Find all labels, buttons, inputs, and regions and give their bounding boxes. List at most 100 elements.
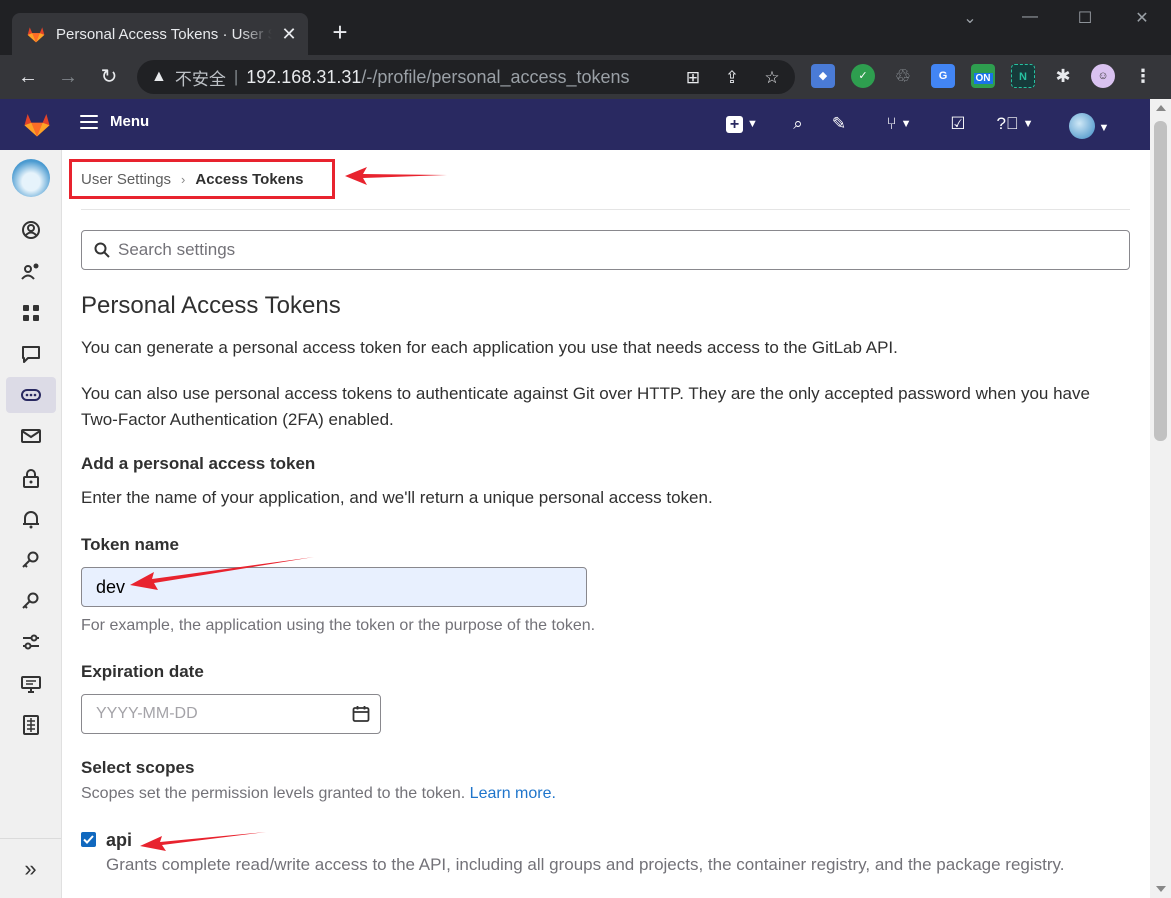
todo-icon[interactable]: ☑ <box>947 113 969 135</box>
tab-search-icon[interactable]: ⌄ <box>955 8 985 28</box>
token-icon <box>21 389 41 401</box>
back-icon[interactable]: ← <box>14 63 42 91</box>
expiration-date-input[interactable] <box>96 705 336 723</box>
page-title: Personal Access Tokens <box>81 292 341 319</box>
plus-square-icon: + <box>726 116 744 133</box>
sidebar-avatar[interactable] <box>6 159 56 197</box>
chevron-down-icon: ▼ <box>900 118 912 130</box>
scope-api-label[interactable]: api <box>106 830 132 851</box>
sidebar-item-gpg-keys[interactable] <box>6 583 56 619</box>
extension-translate-icon[interactable]: G <box>931 64 955 88</box>
sidebar-item-chat[interactable] <box>6 336 56 372</box>
sidebar-item-preferences[interactable] <box>6 624 56 660</box>
key-icon <box>22 551 39 568</box>
sidebar-item-profile[interactable] <box>6 212 56 248</box>
account-settings-icon <box>21 263 39 280</box>
new-tab-button[interactable]: + <box>326 17 354 47</box>
maximize-icon[interactable]: ☐ <box>1070 8 1100 28</box>
menu-button[interactable]: Menu <box>80 113 149 130</box>
share-icon[interactable]: ⇪ <box>721 67 743 89</box>
warning-icon: ▲ <box>151 68 167 85</box>
insecure-label: 不安全 <box>174 69 226 89</box>
gitlab-logo-icon[interactable] <box>22 109 52 139</box>
scrollbar-thumb[interactable] <box>1154 121 1167 441</box>
new-dropdown-button[interactable]: + ▼ <box>720 113 764 135</box>
scope-api-checkbox[interactable] <box>81 832 96 847</box>
scroll-down-icon[interactable] <box>1156 886 1166 892</box>
extension-bookmark-icon[interactable]: ◆ <box>811 64 835 88</box>
calendar-icon[interactable] <box>352 705 370 723</box>
expiration-date-field[interactable] <box>81 694 381 734</box>
extensions-puzzle-icon[interactable]: ✱ <box>1051 64 1075 88</box>
extension-shield-icon[interactable]: ✓ <box>851 64 875 88</box>
chevron-down-icon: ▼ <box>1022 118 1034 130</box>
reload-icon[interactable]: ↻ <box>95 63 123 91</box>
sidebar-item-ssh-keys[interactable] <box>6 542 56 578</box>
tab-close-icon[interactable]: ✕ <box>280 24 298 45</box>
sidebar-item-applications[interactable] <box>6 295 56 331</box>
help-button[interactable]: ?⃝ ▼ <box>992 113 1038 135</box>
annotation-arrow-icon <box>140 832 266 851</box>
search-settings-field[interactable] <box>81 230 1130 270</box>
merge-requests-button[interactable]: ⑂ ▼ <box>876 113 922 135</box>
learn-more-link[interactable]: Learn more. <box>470 785 556 802</box>
scopes-help: Scopes set the permission levels granted… <box>81 785 556 802</box>
checkmark-icon <box>83 835 94 844</box>
sidebar-item-notifications[interactable] <box>6 501 56 537</box>
key-icon <box>22 592 39 609</box>
expiration-date-label: Expiration date <box>81 662 204 681</box>
window-close-icon[interactable]: ✕ <box>1127 8 1157 28</box>
tab-title: Personal Access Tokens · User Settings ·… <box>56 25 272 43</box>
search-icon[interactable]: ⌕ <box>787 113 809 135</box>
profile-avatar[interactable]: ☺ <box>1091 64 1115 88</box>
breadcrumb-user-settings[interactable]: User Settings <box>81 171 171 188</box>
address-bar[interactable]: ▲ 不安全 | 192.168.31.31 /-/profile/persona… <box>137 60 795 94</box>
chat-icon <box>22 346 40 363</box>
annotation-arrow-icon <box>130 557 314 590</box>
extension-recycle-icon[interactable]: ♲ <box>891 64 915 88</box>
translate-icon[interactable]: ⊞ <box>682 67 704 89</box>
settings-sidebar: » <box>0 150 62 898</box>
browser-toolbar: ← → ↻ ▲ 不安全 | 192.168.31.31 /-/profile/p… <box>0 55 1171 99</box>
forward-icon[interactable]: → <box>54 63 82 91</box>
page-scrollbar[interactable] <box>1150 99 1171 898</box>
extension-n-icon[interactable]: N <box>1011 64 1035 88</box>
hamburger-icon <box>80 114 98 129</box>
sidebar-item-emails[interactable] <box>6 418 56 454</box>
notifications-bell-icon <box>23 511 39 529</box>
intro-paragraph-2: You can also use personal access tokens … <box>81 384 1090 429</box>
log-icon <box>23 715 39 735</box>
sidebar-item-access-tokens[interactable] <box>6 377 56 413</box>
issues-icon[interactable]: ✎ <box>828 113 850 135</box>
extension-on-icon[interactable]: ON <box>971 64 995 88</box>
select-scopes-label: Select scopes <box>81 758 195 777</box>
gitlab-favicon-icon <box>27 27 45 43</box>
search-icon <box>94 242 110 258</box>
gitlab-header: Menu + ▼ ⌕ ✎ ⑂ ▼ ☑ ?⃝ ▼ ▼ <box>0 99 1150 150</box>
minimize-icon[interactable]: — <box>1015 8 1045 26</box>
browser-menu-icon[interactable]: ⋮ <box>1131 64 1155 88</box>
add-token-description: Enter the name of your application, and … <box>81 488 713 507</box>
sidebar-item-active-sessions[interactable] <box>6 666 56 702</box>
browser-tab-bar: Personal Access Tokens · User Settings ·… <box>0 0 1171 55</box>
applications-icon <box>23 305 39 321</box>
sidebar-item-account[interactable] <box>6 253 56 289</box>
scroll-up-icon[interactable] <box>1156 105 1166 111</box>
browser-tab[interactable]: Personal Access Tokens · User Settings ·… <box>12 13 308 55</box>
user-avatar <box>1068 113 1095 139</box>
chevron-down-icon: ▼ <box>1098 122 1110 134</box>
search-input[interactable] <box>118 240 1018 260</box>
merge-request-icon: ⑂ <box>886 114 897 133</box>
lock-icon <box>23 469 39 488</box>
bookmark-star-icon[interactable]: ☆ <box>761 67 783 89</box>
intro-paragraph-1: You can generate a personal access token… <box>81 338 898 357</box>
sidebar-item-password[interactable] <box>6 460 56 496</box>
breadcrumb: User Settings › Access Tokens <box>81 171 304 188</box>
sidebar-item-authentication-log[interactable] <box>6 707 56 743</box>
collapse-sidebar-icon[interactable]: » <box>0 838 61 898</box>
breadcrumb-access-tokens[interactable]: Access Tokens <box>195 171 303 188</box>
token-name-label: Token name <box>81 535 179 554</box>
user-menu-button[interactable]: ▼ <box>1064 113 1114 139</box>
help-icon: ?⃝ <box>996 114 1019 133</box>
divider <box>81 209 1130 210</box>
